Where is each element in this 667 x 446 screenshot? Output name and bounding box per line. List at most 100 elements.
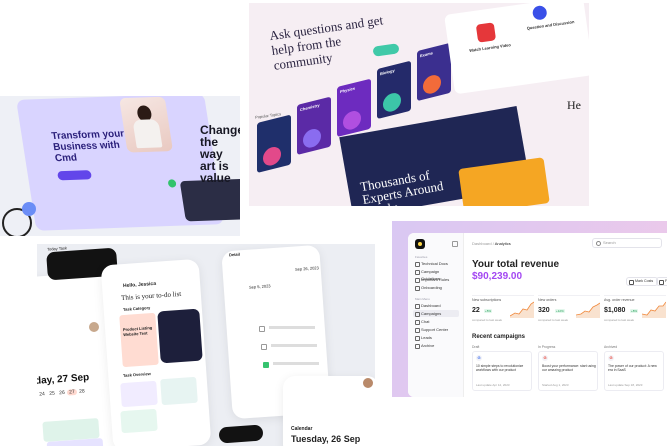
- overview-card[interactable]: [160, 376, 198, 406]
- topic-tile-physics[interactable]: Physics: [337, 78, 371, 138]
- sidebar-section-main: Main Menu: [415, 297, 430, 301]
- breadcrumb-item[interactable]: Dashboard: [472, 241, 492, 246]
- metric-label: New subscriptions: [472, 298, 502, 302]
- sidebar-item-onboarding[interactable]: Onboarding: [413, 284, 459, 291]
- metric-delta: +8%: [630, 309, 639, 313]
- metric-card: New orders 320 +12% compared to last wee…: [538, 295, 600, 329]
- detail-label: Detail: [228, 251, 241, 258]
- tile-art-icon: [343, 109, 361, 132]
- tile-art-icon: [383, 91, 401, 114]
- day-cell[interactable]: 26: [57, 390, 67, 397]
- sparkline: [576, 302, 600, 318]
- feature-question-discussion: Question and Discussion: [526, 19, 575, 31]
- breadcrumb: Dashboard / Analytics: [472, 241, 511, 246]
- tile-art-icon: [303, 127, 321, 150]
- column-header: Archived: [604, 345, 618, 349]
- hero-photo: [119, 96, 174, 153]
- calendar-label-right: Calendar: [291, 426, 313, 432]
- bottom-nav[interactable]: [218, 424, 264, 444]
- feature-watch-video: Watch Learning Video: [468, 42, 512, 53]
- metric-sub: compared to last week: [538, 318, 569, 322]
- sidebar-item-leads[interactable]: Leads: [413, 334, 459, 341]
- topic-tile-exams[interactable]: Exams: [417, 42, 451, 102]
- checkbox[interactable]: [261, 344, 267, 350]
- task-line: [271, 344, 317, 347]
- checkbox-checked[interactable]: [263, 362, 269, 368]
- tile-label: Biology: [380, 67, 395, 77]
- sidebar-toggle-icon[interactable]: [452, 241, 458, 247]
- campaign-title: 10 simple steps to revolutionize workflo…: [476, 364, 524, 373]
- campaign-column-in-progress: In Progress G Boost your performance: st…: [538, 345, 598, 391]
- overview-card[interactable]: [120, 380, 158, 408]
- big-date-right: Tuesday, 26 Sep: [291, 434, 361, 444]
- topic-tile-biology[interactable]: Biology: [377, 60, 411, 120]
- blue-circle-icon: [22, 202, 36, 216]
- campaign-card[interactable]: G The power of our product: A new era in…: [604, 351, 664, 391]
- sidebar-item-technical-docs[interactable]: Technical Docs: [413, 260, 459, 267]
- sidebar-item-support-center[interactable]: Support Center: [413, 326, 459, 333]
- question-icon: [531, 4, 548, 21]
- campaign-date: Started Aug 1, 2023: [542, 383, 569, 387]
- status-badge: [167, 179, 177, 188]
- topic-tile-chemistry[interactable]: Chemistry: [297, 96, 331, 156]
- task-card-dark[interactable]: [157, 308, 203, 364]
- google-icon: G: [476, 355, 482, 361]
- analytics-dashboard-mockup: Favorites Technical Docs Campaign Guidel…: [392, 221, 667, 397]
- campaign-card[interactable]: G 10 simple steps to revolutionize workf…: [472, 351, 532, 391]
- metric-label: New orders: [538, 298, 557, 302]
- avatar: [363, 378, 373, 388]
- campaign-column-archived: Archived G The power of our product: A n…: [604, 345, 664, 391]
- google-icon: G: [608, 355, 614, 361]
- dark-card: [179, 178, 240, 222]
- filter-button[interactable]: Fil: [656, 277, 667, 286]
- day-cell[interactable]: 25: [47, 390, 57, 397]
- sparkline: [510, 301, 534, 318]
- landing-page-mockup: Transform your Business with Cmd Change …: [0, 96, 240, 236]
- sidebar-item-dashboard[interactable]: Dashboard: [413, 302, 459, 309]
- campaign-date: Last update Sep 18, 2023: [608, 383, 643, 387]
- metric-card: New subscriptions 22 +5% compared to las…: [472, 295, 534, 329]
- metric-delta: +12%: [555, 309, 565, 313]
- sidebar-item-archive[interactable]: Archive: [413, 342, 459, 349]
- metric-sub: compared to last week: [472, 318, 503, 322]
- tile-label: Physics: [340, 85, 356, 95]
- sparkline: [642, 301, 666, 318]
- task-card-ongoing[interactable]: [119, 312, 159, 368]
- metric-value: 320: [538, 307, 550, 314]
- sidebar-item-campaign-guidelines[interactable]: Campaign Guidelines: [413, 268, 459, 281]
- campaign-title: Boost your performance: start using our …: [542, 364, 596, 373]
- avatar: [89, 322, 99, 332]
- day-cell[interactable]: 24: [37, 391, 47, 398]
- video-icon: [475, 22, 497, 43]
- sidebar-item-campaigns[interactable]: Campaigns: [413, 310, 459, 317]
- page-title: Your total revenue: [472, 259, 560, 270]
- tile-art-icon: [423, 73, 441, 96]
- topic-tile[interactable]: [257, 114, 291, 173]
- task-app-mockup: Today Task day, 27 Sep 24 25 26 27 28 Hello,…: [37, 244, 375, 446]
- metric-value: 22: [472, 307, 480, 314]
- campaign-title: The power of our product: A new era in S…: [608, 364, 657, 373]
- metric-label: Avg. order revenue: [604, 298, 635, 302]
- sidebar-item-chat[interactable]: Chat: [413, 318, 459, 325]
- day-cell-selected[interactable]: 27: [66, 388, 78, 396]
- search-input[interactable]: Search: [592, 238, 662, 248]
- tile-label: Exams: [420, 50, 433, 59]
- metric-sub: compared to last week: [604, 318, 635, 322]
- campaign-column-draft: Draft G 10 simple steps to revolutionize…: [472, 345, 532, 391]
- sidebar-item-important-rules[interactable]: Important Rules: [413, 276, 459, 283]
- metric-card: Avg. order revenue $1,080 +8% compared t…: [604, 295, 666, 329]
- mark-costs-button[interactable]: Mark Costs: [626, 277, 659, 286]
- overview-card[interactable]: [120, 408, 158, 434]
- revenue-value: $90,239.00: [472, 271, 523, 282]
- task-line: [273, 362, 319, 365]
- sidebar: Favorites Technical Docs Campaign Guidel…: [408, 233, 464, 397]
- campaign-card[interactable]: G Boost your performance: start using ou…: [538, 351, 598, 391]
- task-line: [269, 326, 315, 329]
- person-body: [132, 119, 163, 149]
- day-cell[interactable]: 28: [77, 388, 87, 395]
- checkbox[interactable]: [259, 326, 265, 332]
- metric-value: $1,080: [604, 307, 626, 314]
- hero-cta-button[interactable]: [57, 170, 92, 181]
- dashboard-window: Favorites Technical Docs Campaign Guidel…: [408, 233, 667, 397]
- side-title: Change the way art is value: [200, 123, 240, 185]
